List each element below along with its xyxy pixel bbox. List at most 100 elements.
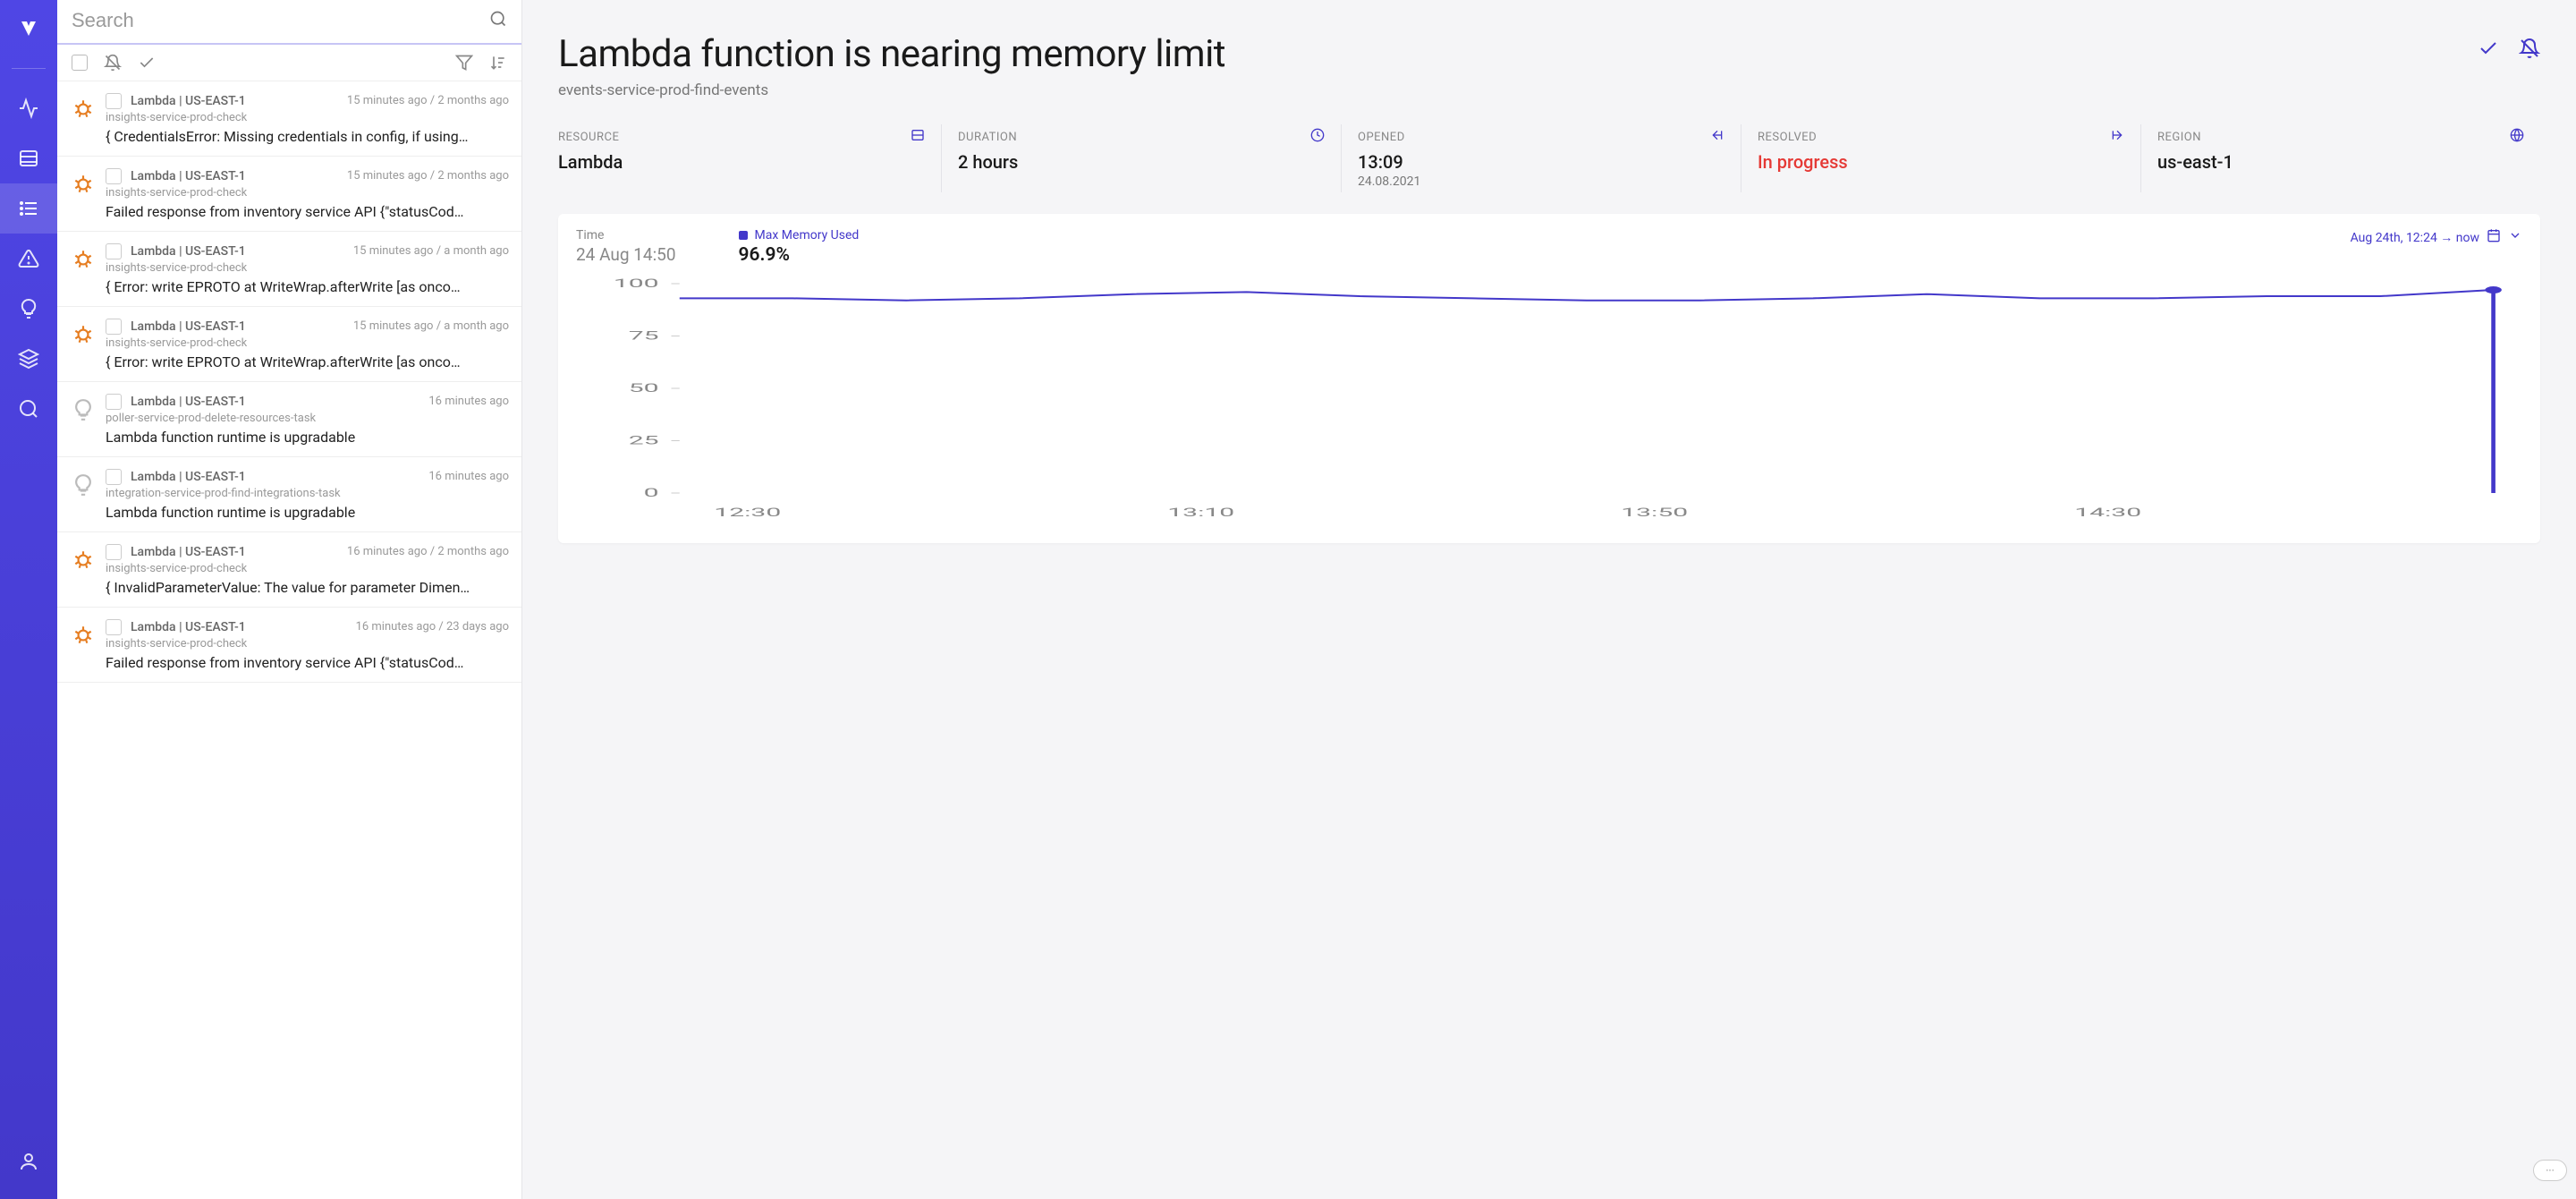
- item-resource: integration-service-prod-find-integratio…: [106, 487, 509, 500]
- info-region: REGION us-east-1: [2157, 124, 2540, 192]
- issue-list-panel: Lambda | US-EAST-1 15 minutes ago / 2 mon…: [57, 0, 522, 1199]
- search-icon[interactable]: [489, 10, 507, 31]
- item-title: { InvalidParameterValue: The value for p…: [106, 579, 509, 596]
- svg-text:14:30: 14:30: [2074, 506, 2141, 520]
- issue-detail: Lambda function is nearing memory limit …: [522, 0, 2576, 1199]
- info-value: 13:09: [1358, 151, 1724, 173]
- item-title: { Error: write EPROTO at WriteWrap.after…: [106, 353, 509, 370]
- item-checkbox[interactable]: [106, 619, 122, 635]
- svg-text:13:50: 13:50: [1621, 506, 1688, 520]
- chart-body[interactable]: 025507510012:3013:1013:5014:30: [576, 275, 2522, 525]
- chart-range-label: Aug 24th, 12:24 → now: [2351, 230, 2479, 245]
- item-meta: Lambda | US-EAST-1: [131, 545, 246, 559]
- item-meta: Lambda | US-EAST-1: [131, 319, 246, 334]
- chat-widget[interactable]: ···: [2533, 1160, 2567, 1181]
- nav-insights[interactable]: [0, 284, 57, 334]
- nav-layers[interactable]: [0, 334, 57, 384]
- nav-activity[interactable]: [0, 83, 57, 133]
- issue-title: Lambda function is nearing memory limit: [558, 32, 1225, 76]
- issue-list-item[interactable]: Lambda | US-EAST-115 minutes ago / a mon…: [57, 232, 521, 307]
- lightbulb-icon: [70, 468, 97, 521]
- bug-icon: [70, 318, 97, 370]
- nav-issues[interactable]: [0, 183, 57, 234]
- item-title: { CredentialsError: Missing credentials …: [106, 128, 509, 145]
- item-time: 16 minutes ago / 2 months ago: [347, 545, 509, 558]
- item-checkbox[interactable]: [106, 243, 122, 259]
- lightbulb-icon: [70, 393, 97, 446]
- issue-list-item[interactable]: Lambda | US-EAST-116 minutes ago / 23 da…: [57, 608, 521, 683]
- nav-resources[interactable]: [0, 133, 57, 183]
- issue-list-item[interactable]: Lambda | US-EAST-1 15 minutes ago / 2 mon…: [57, 81, 521, 157]
- item-checkbox[interactable]: [106, 469, 122, 485]
- item-meta: Lambda | US-EAST-1: [131, 395, 246, 409]
- issue-list[interactable]: Lambda | US-EAST-1 15 minutes ago / 2 mon…: [57, 81, 521, 1199]
- nav-search[interactable]: [0, 384, 57, 434]
- item-time: 15 minutes ago / 2 months ago: [347, 169, 509, 183]
- legend-label: Max Memory Used: [755, 228, 860, 242]
- info-label: RESOLVED: [1758, 131, 1817, 144]
- item-checkbox[interactable]: [106, 544, 122, 560]
- item-meta: Lambda | US-EAST-1: [131, 470, 246, 484]
- nav-alerts[interactable]: [0, 234, 57, 284]
- svg-text:50: 50: [629, 381, 659, 395]
- item-meta: Lambda | US-EAST-1: [131, 169, 246, 183]
- item-checkbox[interactable]: [106, 93, 122, 109]
- item-time: 16 minutes ago: [428, 395, 509, 408]
- mute-button[interactable]: [104, 54, 122, 72]
- resolve-button[interactable]: [138, 54, 156, 72]
- item-title: Failed response from inventory service A…: [106, 203, 509, 220]
- chart-time-value: 24 Aug 14:50: [576, 244, 676, 265]
- issue-list-item[interactable]: Lambda | US-EAST-1 16 minutes ago poller-s…: [57, 382, 521, 457]
- search-input[interactable]: [72, 9, 489, 32]
- issue-subtitle: events-service-prod-find-events: [558, 81, 1225, 99]
- item-checkbox[interactable]: [106, 319, 122, 335]
- info-label: DURATION: [958, 131, 1017, 144]
- info-resource: RESOURCE Lambda: [558, 124, 942, 192]
- info-opened: OPENED 13:09 24.08.2021: [1358, 124, 1741, 192]
- chart-range-picker[interactable]: Aug 24th, 12:24 → now: [2351, 228, 2522, 246]
- resolve-action[interactable]: [2478, 38, 2499, 63]
- item-resource: poller-service-prod-delete-resources-tas…: [106, 412, 509, 425]
- logo[interactable]: [13, 13, 45, 45]
- item-resource: insights-service-prod-check: [106, 186, 509, 200]
- svg-text:25: 25: [629, 433, 659, 447]
- issue-list-item[interactable]: Lambda | US-EAST-116 minutes agointegrat…: [57, 457, 521, 532]
- item-title: Failed response from inventory service A…: [106, 654, 509, 671]
- detail-actions: [2478, 32, 2540, 63]
- globe-icon: [2510, 128, 2524, 146]
- item-checkbox[interactable]: [106, 168, 122, 184]
- item-time: 15 minutes ago / 2 months ago: [347, 94, 509, 107]
- issue-list-item[interactable]: Lambda | US-EAST-1 16 minutes ago / 2 mon…: [57, 532, 521, 608]
- item-title: Lambda function runtime is upgradable: [106, 429, 509, 446]
- nav-account[interactable]: [0, 1136, 57, 1186]
- resource-icon: [911, 128, 925, 146]
- item-resource: insights-service-prod-check: [106, 111, 509, 124]
- select-all-checkbox[interactable]: [72, 55, 88, 71]
- filter-button[interactable]: [455, 54, 473, 72]
- chart-card: Time 24 Aug 14:50 Max Memory Used 96.9% …: [558, 214, 2540, 543]
- bug-icon: [70, 618, 97, 671]
- item-checkbox[interactable]: [106, 394, 122, 410]
- item-resource: insights-service-prod-check: [106, 261, 509, 275]
- issue-list-item[interactable]: Lambda | US-EAST-1 15 minutes ago / 2 mon…: [57, 157, 521, 232]
- sort-button[interactable]: [489, 54, 507, 72]
- bug-icon: [70, 92, 97, 145]
- info-row: RESOURCE Lambda DURATION 2 hours OPENED …: [558, 124, 2540, 192]
- svg-text:12:30: 12:30: [714, 506, 781, 520]
- bug-icon: [70, 543, 97, 596]
- resolved-icon: [2110, 128, 2124, 146]
- svg-text:13:10: 13:10: [1167, 506, 1234, 520]
- issue-list-item[interactable]: Lambda | US-EAST-1 15 minutes ago / a mon…: [57, 307, 521, 382]
- item-meta: Lambda | US-EAST-1: [131, 94, 246, 108]
- bug-icon: [70, 167, 97, 220]
- search-row: [57, 0, 521, 45]
- item-resource: insights-service-prod-check: [106, 637, 509, 651]
- item-time: 15 minutes ago / a month ago: [353, 244, 509, 258]
- item-title: Lambda function runtime is upgradable: [106, 504, 509, 521]
- mute-action[interactable]: [2519, 38, 2540, 63]
- info-resolved: RESOLVED In progress: [1758, 124, 2141, 192]
- info-value: 2 hours: [958, 151, 1325, 173]
- svg-text:75: 75: [629, 328, 659, 343]
- item-time: 15 minutes ago / a month ago: [353, 319, 509, 333]
- bug-icon: [70, 242, 97, 295]
